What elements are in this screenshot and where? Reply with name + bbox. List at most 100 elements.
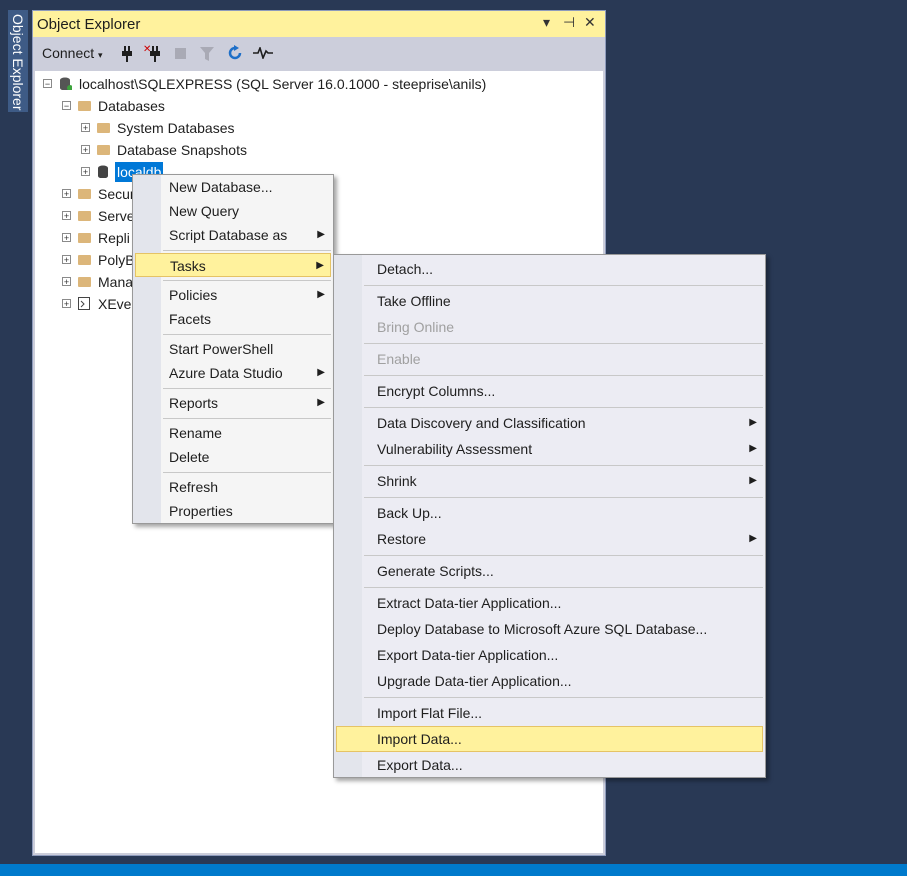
menu-item-facets[interactable]: Facets: [135, 307, 331, 331]
menu-item-label: Export Data-tier Application...: [377, 647, 559, 663]
folder-icon: [78, 277, 91, 287]
menu-item-delete[interactable]: Delete: [135, 445, 331, 469]
menu-separator: [364, 497, 763, 498]
side-tab-label: Object Explorer: [10, 14, 26, 111]
menu-item-label: Upgrade Data-tier Application...: [377, 673, 572, 689]
menu-item-export-data-tier[interactable]: Export Data-tier Application...: [336, 642, 763, 668]
filter-icon[interactable]: [200, 47, 214, 61]
panel-dropdown-icon[interactable]: ▾: [543, 14, 550, 31]
menu-item-detach[interactable]: Detach...: [336, 256, 763, 282]
expand-icon[interactable]: +: [81, 167, 90, 177]
refresh-icon[interactable]: [227, 45, 243, 61]
submenu-arrow-icon: ▶: [749, 533, 757, 544]
menu-item-upgrade-data-tier[interactable]: Upgrade Data-tier Application...: [336, 668, 763, 694]
disconnect-icon[interactable]: ✕: [143, 44, 165, 62]
system-databases-label: System Databases: [117, 120, 235, 136]
folder-icon: [78, 211, 91, 221]
expand-icon[interactable]: +: [62, 255, 71, 265]
folder-icon: [78, 233, 91, 243]
menu-item-vulnerability-assessment[interactable]: Vulnerability Assessment ▶: [336, 436, 763, 462]
menu-separator: [163, 418, 331, 419]
database-icon: [98, 165, 108, 178]
menu-item-export-data[interactable]: Export Data...: [336, 752, 763, 778]
menu-item-label: Import Data...: [377, 731, 462, 747]
menu-item-azure-data-studio[interactable]: Azure Data Studio ▶: [135, 361, 331, 385]
connect-label: Connect: [42, 45, 95, 61]
menu-item-label: Tasks: [170, 258, 206, 274]
connect-button[interactable]: Connect ▾: [42, 45, 103, 61]
menu-item-label: Deploy Database to Microsoft Azure SQL D…: [377, 621, 708, 637]
submenu-arrow-icon: ▶: [317, 397, 325, 408]
menu-item-label: Rename: [169, 425, 222, 441]
menu-item-label: Export Data...: [377, 757, 463, 773]
menu-item-back-up[interactable]: Back Up...: [336, 500, 763, 526]
activity-monitor-icon[interactable]: [253, 47, 273, 59]
collapse-icon[interactable]: −: [62, 101, 71, 111]
menu-item-script-database-as[interactable]: Script Database as ▶: [135, 223, 331, 247]
menu-item-generate-scripts[interactable]: Generate Scripts...: [336, 558, 763, 584]
close-icon[interactable]: ✕: [584, 14, 596, 31]
menu-item-rename[interactable]: Rename: [135, 421, 331, 445]
menu-item-label: Data Discovery and Classification: [377, 415, 586, 431]
expand-icon[interactable]: +: [81, 145, 90, 155]
menu-item-new-query[interactable]: New Query: [135, 199, 331, 223]
menu-item-label: Detach...: [377, 261, 434, 277]
menu-item-import-flat-file[interactable]: Import Flat File...: [336, 700, 763, 726]
menu-item-bring-online[interactable]: Bring Online: [336, 314, 763, 340]
stop-icon[interactable]: [175, 48, 186, 59]
server-label: localhost\SQLEXPRESS (SQL Server 16.0.10…: [79, 76, 487, 92]
expand-icon[interactable]: +: [62, 233, 71, 243]
folder-icon: [78, 189, 91, 199]
menu-item-label: New Database...: [169, 179, 273, 195]
menu-item-encrypt-columns[interactable]: Encrypt Columns...: [336, 378, 763, 404]
folder-icon: [78, 101, 91, 111]
menu-item-take-offline[interactable]: Take Offline: [336, 288, 763, 314]
menu-item-label: Refresh: [169, 479, 219, 495]
menu-item-new-database[interactable]: New Database...: [135, 175, 331, 199]
menu-item-start-powershell[interactable]: Start PowerShell: [135, 337, 331, 361]
menu-separator: [364, 343, 763, 344]
pin-icon[interactable]: ⊣: [563, 14, 575, 31]
submenu-arrow-icon: ▶: [317, 289, 325, 300]
menu-separator: [364, 465, 763, 466]
folder-icon: [97, 145, 110, 155]
menu-separator: [163, 250, 331, 251]
menu-item-deploy-to-azure[interactable]: Deploy Database to Microsoft Azure SQL D…: [336, 616, 763, 642]
submenu-arrow-icon: ▶: [749, 417, 757, 428]
menu-item-refresh[interactable]: Refresh: [135, 475, 331, 499]
expand-icon[interactable]: +: [81, 123, 90, 133]
collapse-icon[interactable]: −: [43, 79, 52, 89]
folder-icon: [97, 123, 110, 133]
expand-icon[interactable]: +: [62, 189, 71, 199]
menu-item-policies[interactable]: Policies ▶: [135, 283, 331, 307]
menu-item-label: Generate Scripts...: [377, 563, 494, 579]
menu-item-data-discovery[interactable]: Data Discovery and Classification ▶: [336, 410, 763, 436]
menu-item-label: Vulnerability Assessment: [377, 441, 533, 457]
menu-item-label: Bring Online: [377, 319, 455, 335]
menu-item-label: Take Offline: [377, 293, 451, 309]
menu-separator: [364, 285, 763, 286]
expand-icon[interactable]: +: [62, 211, 71, 221]
menu-item-label: Azure Data Studio: [169, 365, 283, 381]
menu-item-import-data[interactable]: Import Data...: [336, 726, 763, 752]
menu-separator: [364, 375, 763, 376]
object-explorer-side-tab[interactable]: Object Explorer: [8, 10, 28, 112]
menu-item-label: Encrypt Columns...: [377, 383, 496, 399]
polybase-label: PolyB: [98, 252, 135, 268]
menu-item-label: Delete: [169, 449, 210, 465]
menu-separator: [163, 280, 331, 281]
databases-label: Databases: [98, 98, 165, 114]
menu-item-extract-data-tier[interactable]: Extract Data-tier Application...: [336, 590, 763, 616]
menu-item-label: Enable: [377, 351, 421, 367]
expand-icon[interactable]: +: [62, 277, 71, 287]
menu-item-shrink[interactable]: Shrink ▶: [336, 468, 763, 494]
menu-item-enable[interactable]: Enable: [336, 346, 763, 372]
replication-label: Repli: [98, 230, 130, 246]
menu-item-tasks[interactable]: Tasks ▶: [135, 253, 331, 277]
folder-icon: [78, 255, 91, 265]
menu-item-restore[interactable]: Restore ▶: [336, 526, 763, 552]
menu-item-reports[interactable]: Reports ▶: [135, 391, 331, 415]
menu-item-properties[interactable]: Properties: [135, 499, 331, 523]
connect-plug-icon[interactable]: [121, 46, 133, 62]
expand-icon[interactable]: +: [62, 299, 71, 309]
